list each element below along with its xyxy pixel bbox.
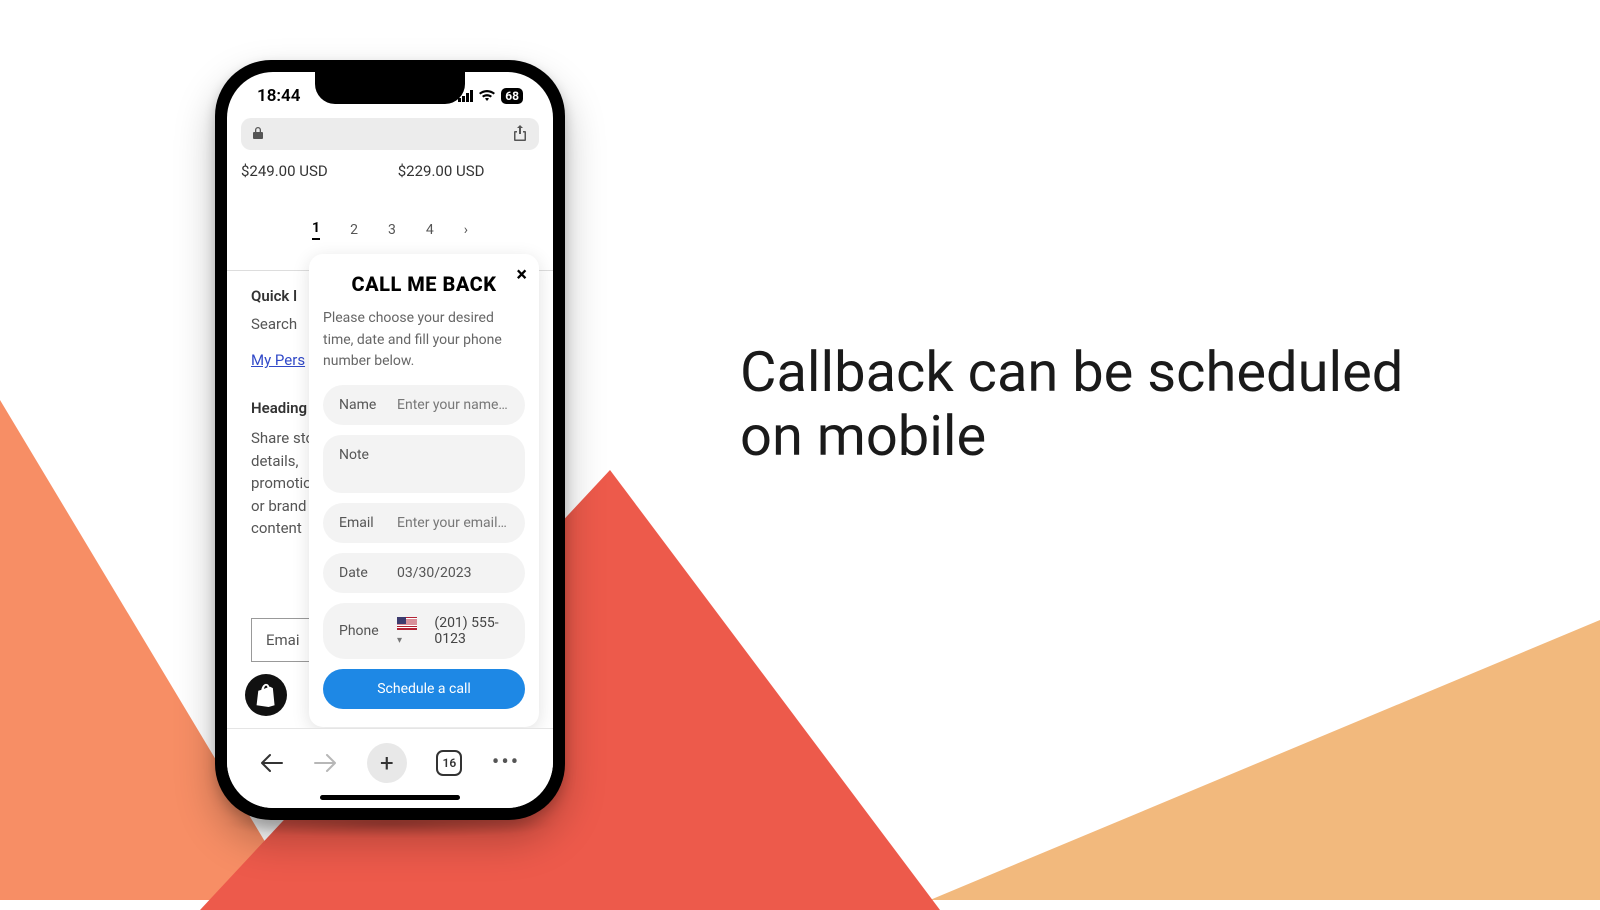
- modal-title: CALL ME BACK: [323, 272, 525, 296]
- status-icons: 68: [458, 88, 523, 104]
- phone-notch: [315, 72, 465, 104]
- bg-triangle-right: [930, 620, 1600, 900]
- pagination: 1 2 3 4 ›: [227, 180, 553, 262]
- battery-icon: 68: [501, 88, 523, 104]
- wifi-icon: [479, 90, 495, 102]
- callback-modal: × CALL ME BACK Please choose your desire…: [309, 254, 539, 727]
- flag-us-icon[interactable]: ▾: [397, 615, 420, 647]
- name-label: Name: [339, 397, 383, 413]
- lock-icon: [253, 127, 263, 142]
- page-next-icon[interactable]: ›: [464, 222, 468, 238]
- page-1[interactable]: 1: [312, 220, 320, 240]
- name-input[interactable]: Enter your name…: [397, 397, 509, 413]
- home-indicator: [320, 795, 460, 800]
- schedule-call-button[interactable]: Schedule a call: [323, 669, 525, 709]
- more-icon[interactable]: •••: [492, 750, 520, 775]
- note-field[interactable]: Note: [323, 435, 525, 493]
- date-label: Date: [339, 565, 383, 581]
- email-input[interactable]: Enter your email…: [397, 515, 509, 531]
- shopify-icon: [255, 683, 277, 707]
- modal-description: Please choose your desired time, date an…: [323, 308, 525, 373]
- address-bar[interactable]: [241, 118, 539, 150]
- page-4[interactable]: 4: [426, 222, 434, 238]
- back-icon[interactable]: [260, 753, 284, 773]
- page-2[interactable]: 2: [350, 222, 358, 238]
- page-3[interactable]: 3: [388, 222, 396, 238]
- forward-icon[interactable]: [313, 753, 337, 773]
- my-personal-link[interactable]: My Pers: [251, 351, 305, 369]
- tabs-button[interactable]: 16: [436, 750, 462, 776]
- price-left: $249.00 USD: [241, 162, 328, 180]
- price-row: $249.00 USD $229.00 USD: [227, 156, 553, 180]
- price-right: $229.00 USD: [398, 162, 485, 180]
- status-time: 18:44: [257, 86, 300, 106]
- shopify-badge[interactable]: [245, 674, 287, 716]
- date-field[interactable]: Date 03/30/2023: [323, 553, 525, 593]
- close-icon[interactable]: ×: [516, 262, 527, 286]
- share-icon[interactable]: [513, 125, 527, 144]
- phone-input[interactable]: (201) 555-0123: [434, 615, 509, 647]
- note-label: Note: [339, 447, 383, 463]
- name-field[interactable]: Name Enter your name…: [323, 385, 525, 425]
- email-label: Email: [339, 515, 383, 531]
- phone-frame: 18:44 68 $249.00 USD $229.00 USD 1 2 3 4: [215, 60, 565, 820]
- phone-field[interactable]: Phone ▾ (201) 555-0123: [323, 603, 525, 659]
- headline: Callback can be scheduled on mobile: [740, 340, 1440, 469]
- email-field[interactable]: Email Enter your email…: [323, 503, 525, 543]
- date-input[interactable]: 03/30/2023: [397, 565, 509, 581]
- phone-label: Phone: [339, 623, 383, 639]
- new-tab-button[interactable]: +: [367, 743, 407, 783]
- phone-screen: 18:44 68 $249.00 USD $229.00 USD 1 2 3 4: [227, 72, 553, 808]
